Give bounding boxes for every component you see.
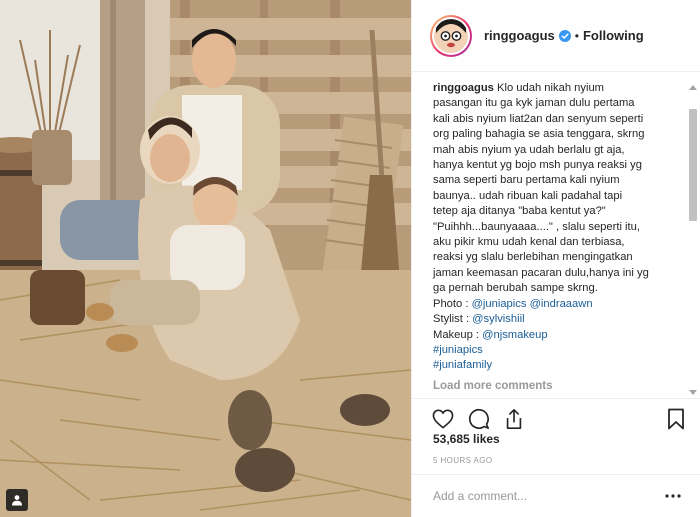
caption-text-line: jaman keemasan pacaran dulu,hanya ini yg [433,266,649,279]
caption-username[interactable]: ringgoagus [433,82,494,94]
caption-text-line: kali abis nyium liat2an dan senyum seper… [433,112,644,125]
scroll-down-arrow-icon[interactable] [689,390,697,395]
comments-area[interactable]: ringgoagus Klo udah nikah nyium pasangan… [412,73,700,397]
caption-text-line: org paling bahagia se asia tenggara, skr… [433,128,645,141]
like-count[interactable]: 53,685 likes [433,432,500,446]
more-options-icon[interactable] [665,494,681,498]
photo-credit-label: Photo : [433,297,472,310]
user-tag-icon[interactable] [6,489,28,511]
verified-badge-icon [558,29,571,42]
post-timestamp[interactable]: 5 HOURS AGO [433,456,493,465]
caption-text-line: aku pikir kmu udah kenal dan terbiasa, [433,236,625,249]
post-username[interactable]: ringgoagus [484,28,555,43]
caption-text-line: tetep aja ditanya "baba kentut ya?" [433,205,606,218]
caption-text-line: baunya.. udah ribuan kali padahal tapi [433,189,623,202]
caption-text-line: reaksi yg slalu berlebihan mengingatkan [433,251,633,264]
avatar-face-icon [434,18,468,53]
post-header: ringgoagus • Following [412,0,700,72]
post-side-panel: ringgoagus • Following ringgoagus Klo ud… [411,0,700,517]
avatar[interactable] [430,14,472,57]
scroll-up-arrow-icon[interactable] [689,85,697,90]
post-photo[interactable] [0,0,411,517]
add-comment-bar [412,474,700,517]
caption-text-line: mah abis nyium ya udah berlalu gt aja, [433,143,625,156]
photo-credit-tag[interactable]: @juniapics [472,298,527,310]
load-more-comments-link[interactable]: Load more comments [433,380,679,392]
heart-icon[interactable] [432,409,454,429]
caption-text-line: pasangan itu ga kyk jaman dulu pertama [433,97,635,110]
stylist-credit-line: Stylist : @sylvishiil [433,312,679,327]
photo-credit-line: Photo : @juniapics @indraaawn [433,297,679,312]
caption-text-line: ga pernah berubah sampe skrng. [433,282,598,295]
family-photo-illustration [0,0,411,517]
hashtag-link[interactable]: #juniafamily [433,358,679,373]
caption-text-line: sama seperti baru pertama kali nyium [433,174,620,187]
header-separator: • [574,28,579,43]
bookmark-icon[interactable] [667,408,685,430]
comment-bubble-icon[interactable] [468,408,490,430]
photo-credit-tag[interactable]: @indraaawn [530,298,593,310]
caption-text-line: Klo udah nikah nyium [497,82,605,94]
following-button[interactable]: Following [583,28,644,43]
caption-text-line: "Puihhh...baunyaaaa...." , slalu seperti… [433,220,640,233]
caption-first-line: ringgoagus Klo udah nikah nyium [433,81,679,96]
hashtag-link[interactable]: #juniapics [433,343,679,358]
stylist-credit-label: Stylist : [433,313,473,326]
stylist-credit-tag[interactable]: @sylvishiil [472,313,524,325]
add-comment-input[interactable] [433,489,665,503]
comments-scrollbar[interactable] [688,85,698,395]
makeup-credit-line: Makeup : @njsmakeup [433,328,679,343]
post-caption: ringgoagus Klo udah nikah nyium pasangan… [433,81,679,374]
scrollbar-thumb[interactable] [689,109,697,221]
makeup-credit-tag[interactable]: @njsmakeup [482,329,547,341]
caption-text-line: hanya kentut yg bojo msh punya reaksi yg [433,159,642,172]
share-icon[interactable] [504,408,524,430]
makeup-credit-label: Makeup : [433,328,483,341]
